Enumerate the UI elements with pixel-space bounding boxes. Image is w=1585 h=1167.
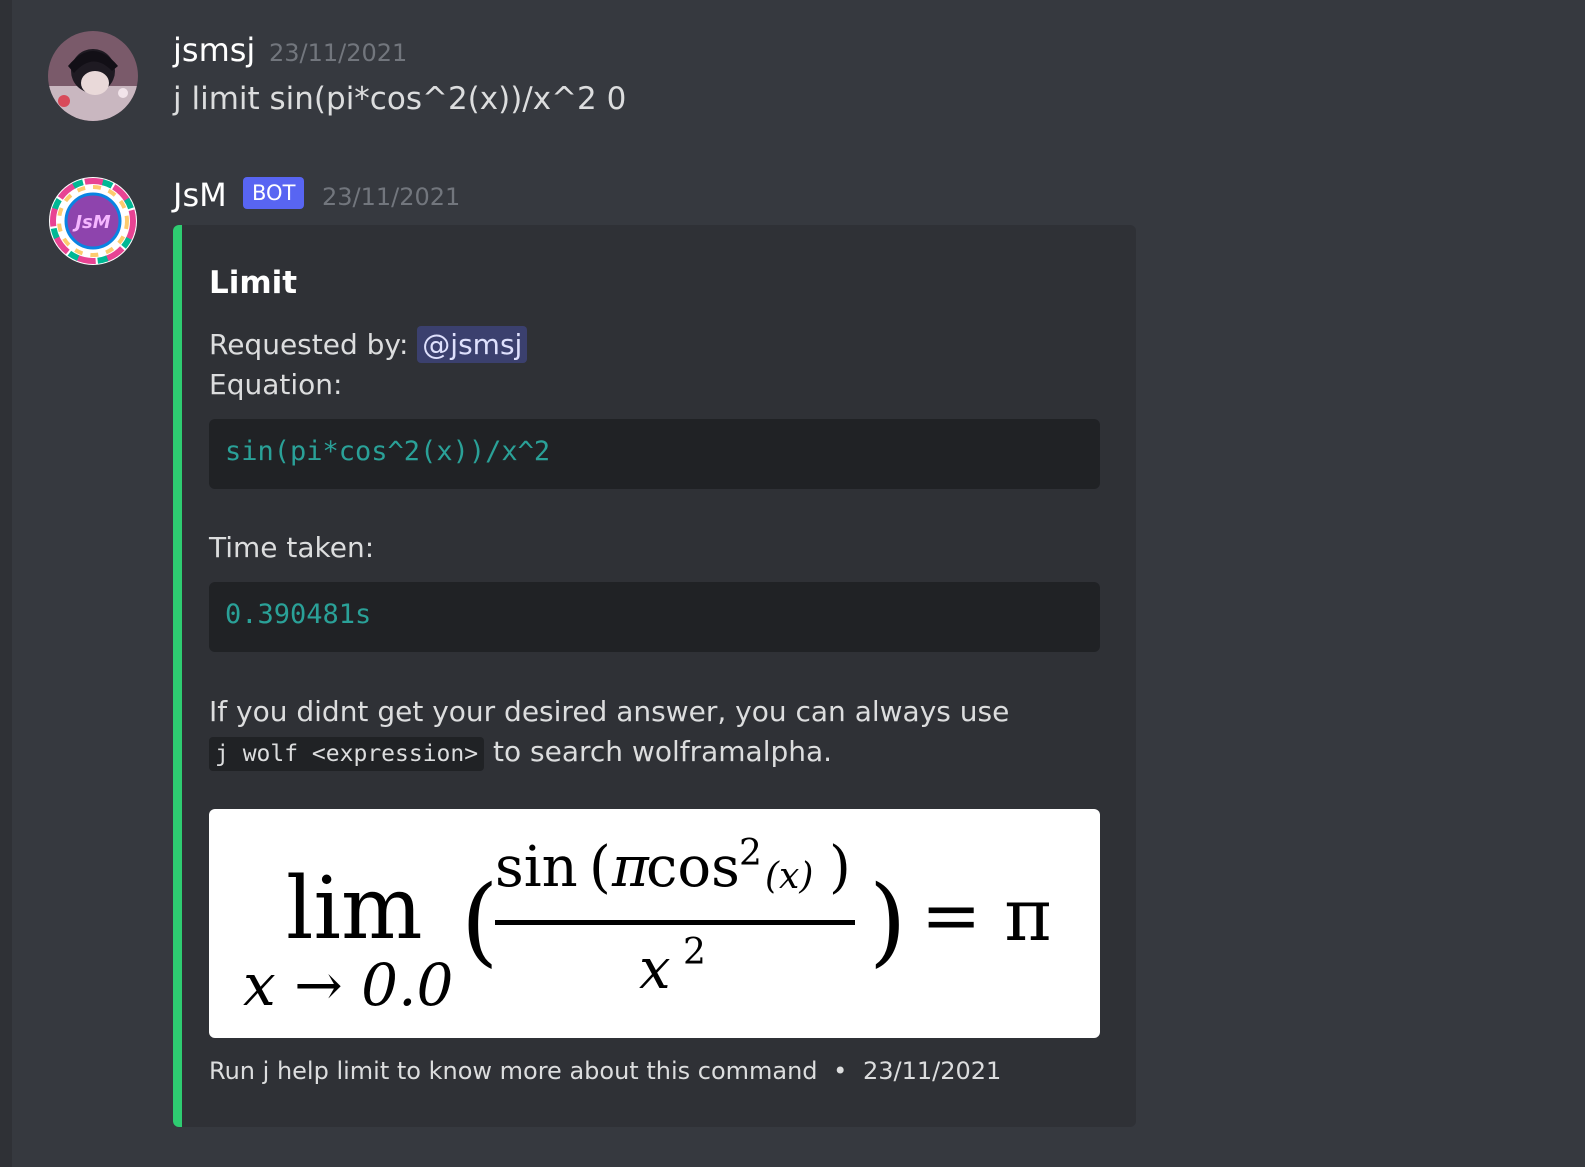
limit-subscript: x → 0.0 [243,951,453,1019]
numerator-pi: π [611,835,650,900]
embed-accent-bar [173,225,182,1127]
footer-date: 23/11/2021 [862,1057,1002,1085]
left-paren: ( [461,865,498,977]
svg-text:JsM: JsM [72,212,110,233]
hint-line-2: j wolf <expression> to search wolframalp… [209,735,833,771]
latex-formula: lim x → 0.0 ( sin ( π cos 2 (x) ) x 2 ) … [243,833,1052,1019]
embed-footer: Run j help limit to know more about this… [209,1057,1001,1085]
footer-text: Run j help limit to know more about this… [209,1057,818,1085]
latex-result-image[interactable]: lim x → 0.0 ( sin ( π cos 2 (x) ) x 2 ) … [209,809,1100,1038]
lim-text: lim [286,859,423,959]
numerator-sin: sin [495,835,578,900]
denominator-x: x [639,937,671,1002]
avatar[interactable]: JsM [48,176,138,266]
denominator-exp: 2 [683,932,706,973]
avatar[interactable] [48,31,138,121]
bot-badge: BOT [243,177,305,209]
requested-by-line: Requested by: @jsmsj [209,326,528,363]
hint-text: to search wolframalpha. [493,735,833,768]
equation-codeblock: sin(pi*cos^2(x))/x^2 [209,419,1100,489]
equation-code: sin(pi*cos^2(x))/x^2 [225,436,551,467]
hint-line-1: If you didnt get your desired answer, yo… [209,695,1010,728]
footer-separator: • [833,1057,848,1085]
user-mention[interactable]: @jsmsj [417,326,528,363]
right-paren: ) [869,865,906,977]
requested-by-label: Requested by: [209,328,409,361]
left-scroll-strip [0,0,12,1167]
numerator-paren-close: ) [829,835,851,900]
numerator-paren-open: ( [589,835,611,900]
fraction-bar [495,920,855,925]
username[interactable]: jsmsj [173,31,255,69]
numerator-exp: 2 [739,833,762,874]
embed-title: Limit [209,265,298,301]
embed: Limit Requested by: @jsmsj Equation: sin… [173,225,1136,1127]
hint-inline-code: j wolf <expression> [209,737,485,771]
time-codeblock: 0.390481s [209,582,1100,652]
user-avatar-image [48,31,138,121]
timestamp: 23/11/2021 [322,183,461,211]
numerator-arg: (x) [765,856,813,897]
bot-avatar-image: JsM [49,177,137,265]
result-text: = π [921,873,1052,957]
numerator-cos: cos [646,835,740,900]
message-content: j limit sin(pi*cos^2(x))/x^2 0 [173,81,627,117]
equation-label: Equation: [209,368,343,401]
username[interactable]: JsM [173,176,227,214]
time-code: 0.390481s [225,599,372,630]
time-label: Time taken: [209,531,375,564]
timestamp: 23/11/2021 [269,39,408,67]
